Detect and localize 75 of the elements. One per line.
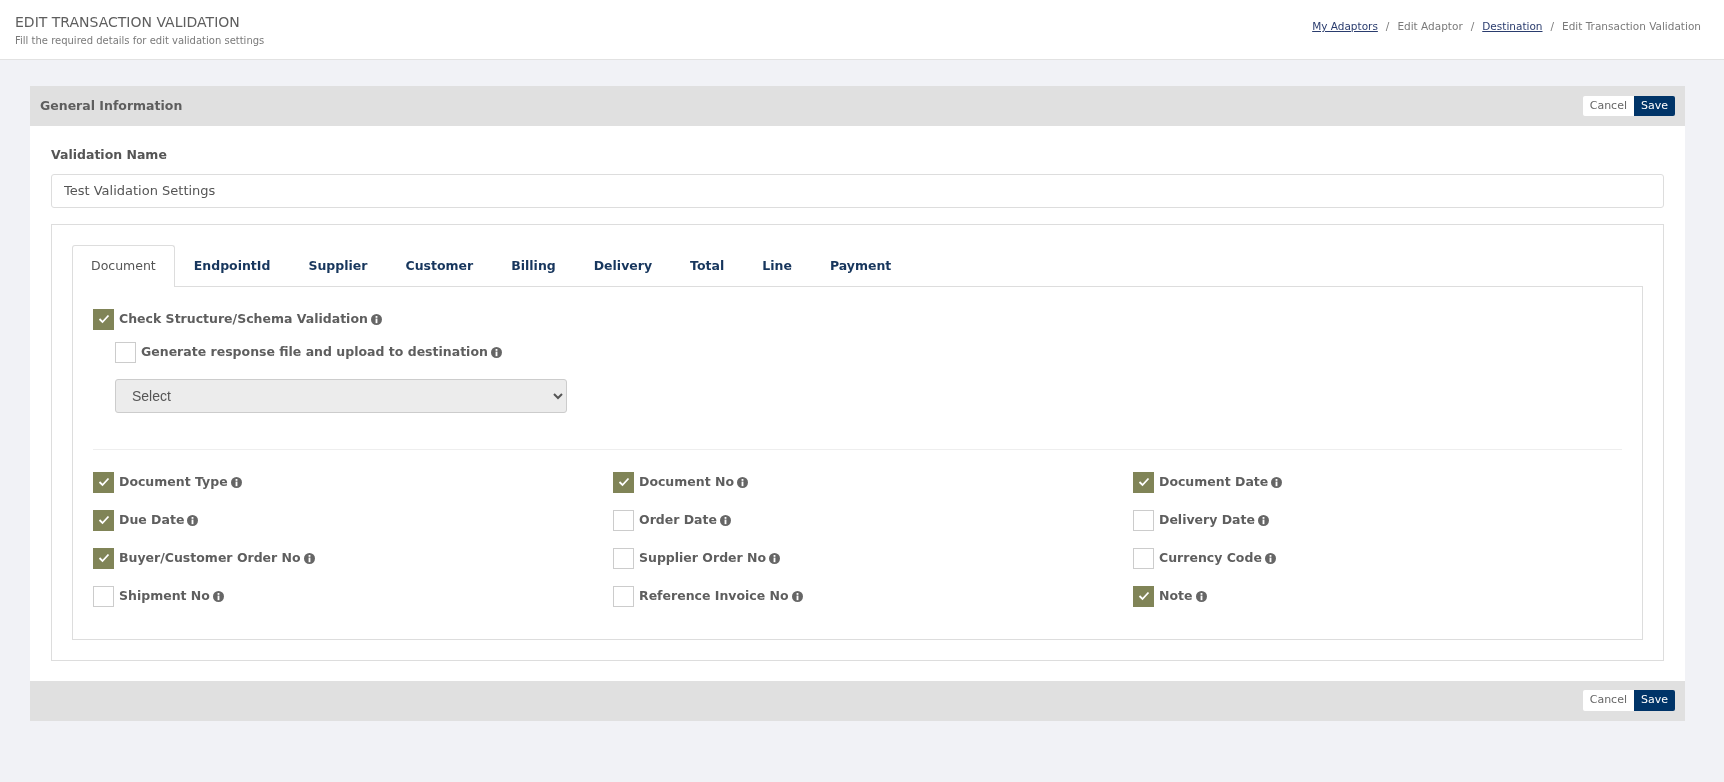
- checkbox[interactable]: [1133, 509, 1154, 531]
- panel-title: General Information: [40, 96, 183, 115]
- checkbox-label: Document Date: [1159, 472, 1269, 491]
- tab[interactable]: Payment: [810, 244, 911, 287]
- checkbox[interactable]: [93, 509, 114, 531]
- checkbox[interactable]: [1133, 471, 1154, 493]
- checkbox[interactable]: [93, 471, 114, 493]
- checkmark-icon: [1137, 477, 1150, 487]
- cancel-button[interactable]: Cancel: [1582, 95, 1634, 117]
- checkbox[interactable]: [93, 547, 114, 569]
- info-icon[interactable]: [187, 514, 199, 526]
- page-title: EDIT TRANSACTION VALIDATION: [15, 13, 241, 32]
- breadcrumb-link[interactable]: Destination: [1482, 19, 1543, 59]
- info-icon[interactable]: [1271, 476, 1283, 488]
- checkbox-label: Currency Code: [1159, 548, 1262, 567]
- checkbox-label: Reference Invoice No: [639, 586, 789, 605]
- cancel-button[interactable]: Cancel: [1582, 690, 1634, 711]
- checkmark-icon: [97, 314, 110, 324]
- save-button[interactable]: Save: [1634, 690, 1675, 711]
- info-icon[interactable]: [791, 590, 803, 602]
- info-icon[interactable]: [212, 590, 224, 602]
- info-icon[interactable]: [303, 552, 315, 564]
- checkbox[interactable]: [1133, 585, 1154, 607]
- tab[interactable]: Document: [72, 244, 175, 287]
- save-button[interactable]: Save: [1634, 95, 1675, 117]
- checkbox-label: Shipment No: [119, 586, 210, 605]
- input-field[interactable]: Test Validation Settings: [51, 173, 1664, 208]
- tab[interactable]: Customer: [386, 244, 493, 287]
- checkbox-label: Order Date: [639, 510, 717, 529]
- info-icon[interactable]: [1195, 590, 1207, 602]
- checkbox-label: Note: [1159, 586, 1193, 605]
- checkbox[interactable]: [93, 308, 114, 330]
- info-icon[interactable]: [490, 346, 502, 358]
- checkmark-icon: [617, 477, 630, 487]
- field-label: Validation Name: [51, 146, 168, 164]
- checkmark-icon: [97, 477, 110, 487]
- info-icon[interactable]: [769, 552, 781, 564]
- tab[interactable]: Supplier: [289, 244, 387, 287]
- breadcrumb-link[interactable]: My Adaptors: [1312, 19, 1378, 59]
- tab[interactable]: Total: [671, 244, 744, 287]
- breadcrumb-current: Edit Transaction Validation: [1562, 19, 1701, 34]
- breadcrumb-separator: /: [1550, 19, 1555, 34]
- breadcrumb-current: Edit Adaptor: [1397, 19, 1463, 34]
- checkbox[interactable]: [1133, 547, 1154, 569]
- breadcrumb-separator: /: [1385, 19, 1390, 34]
- checkmark-icon: [1137, 591, 1150, 601]
- checkbox[interactable]: [613, 547, 634, 569]
- info-icon[interactable]: [1264, 552, 1276, 564]
- info-icon[interactable]: [720, 514, 731, 526]
- checkbox-label: Supplier Order No: [639, 548, 767, 567]
- checkbox[interactable]: [93, 585, 114, 607]
- checkbox-label: Delivery Date: [1159, 510, 1255, 529]
- tab[interactable]: Line: [743, 244, 811, 287]
- checkbox[interactable]: [613, 585, 634, 607]
- info-icon[interactable]: [737, 476, 749, 488]
- checkbox-label: Generate response file and upload to destination: [141, 342, 488, 361]
- tab[interactable]: Billing: [492, 244, 575, 287]
- checkbox-label: Check Structure/Schema Validation: [119, 309, 368, 328]
- checkbox-label: Buyer/Customer Order No: [119, 548, 301, 567]
- checkmark-icon: [97, 515, 110, 525]
- checkbox-label: Document No: [639, 472, 735, 491]
- select-dropdown[interactable]: Select: [115, 378, 567, 413]
- info-icon[interactable]: [1258, 514, 1269, 526]
- checkbox[interactable]: [613, 471, 634, 493]
- checkbox[interactable]: [613, 509, 634, 531]
- info-icon[interactable]: [370, 313, 382, 325]
- checkbox-label: Document Type: [119, 472, 228, 491]
- checkbox-label: Due Date: [119, 510, 185, 529]
- info-icon[interactable]: [230, 476, 242, 488]
- tab[interactable]: EndpointId: [174, 244, 290, 287]
- checkmark-icon: [97, 553, 110, 563]
- page-subtitle: Fill the required details for edit validation settings: [15, 34, 265, 48]
- breadcrumb-separator: /: [1470, 19, 1475, 34]
- tab[interactable]: Delivery: [574, 244, 672, 287]
- checkbox[interactable]: [115, 341, 136, 363]
